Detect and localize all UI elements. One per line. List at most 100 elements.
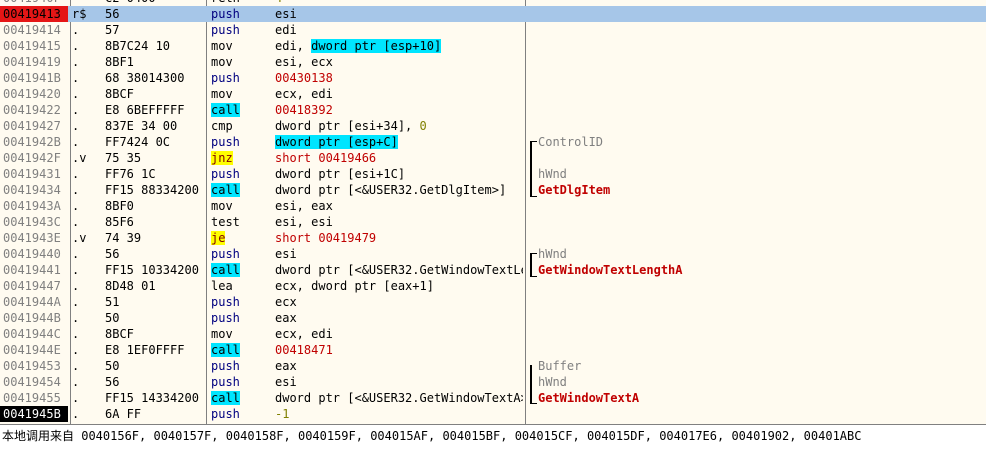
- address-cell: 00419434: [3, 183, 61, 197]
- operand: 4: [275, 0, 282, 5]
- operand: 00418471: [275, 343, 333, 357]
- disasm-row[interactable]: 00419434. FF15 88334200 call dword ptr [<&U…: [0, 182, 986, 198]
- disasm-row[interactable]: 0041941B. 68 38014300 push 00430138: [0, 70, 986, 86]
- disasm-row[interactable]: 00419440. 56 push esi hWnd: [0, 246, 986, 262]
- comment-cell: [538, 22, 978, 38]
- address-cell: 00419413: [0, 6, 68, 22]
- flow-marker: .: [72, 167, 80, 181]
- disasm-row[interactable]: 0041943C. 85F6 test esi, esi: [0, 214, 986, 230]
- disasm-row[interactable]: 00419415. 8B7C24 10 mov edi, dword ptr [esp…: [0, 38, 986, 54]
- hex-dump-cell: 50: [105, 359, 120, 373]
- hex-dump-cell: FF15 88334200: [105, 183, 199, 197]
- disasm-row[interactable]: 00419422. E8 6BEFFFFF call 00418392: [0, 102, 986, 118]
- disassembly-view[interactable]: 0041940FC2 0400retn400419413r$56pushesi0…: [0, 0, 986, 424]
- operands-cell: short 00419466: [275, 150, 523, 166]
- operand: esi, eax: [275, 199, 333, 213]
- hex-dump-cell: 837E 34 00: [105, 119, 178, 133]
- hex-dump-cell: 56: [105, 7, 120, 21]
- mnemonic: call: [211, 183, 240, 197]
- hex-dump-cell: 75 35: [105, 151, 142, 165]
- disasm-row[interactable]: 00419419. 8BF1 mov esi, ecx: [0, 54, 986, 70]
- hex-dump-cell: FF15 10334200: [105, 263, 199, 277]
- operand: dword ptr [<&USER32.GetWindowTextLengthA…: [275, 263, 523, 277]
- disasm-row[interactable]: 00419420. 8BCF mov ecx, edi: [0, 86, 986, 102]
- mnemonic: call: [211, 391, 240, 405]
- operands-cell: dword ptr [<&USER32.GetWindowTextLengthA…: [275, 262, 523, 278]
- mnemonic: push: [211, 167, 240, 181]
- disasm-row[interactable]: 0041944E. E8 1EF0FFFF call 00418471: [0, 342, 986, 358]
- operands-cell: edi: [275, 22, 523, 38]
- address-cell: 0041943C: [3, 215, 61, 229]
- disasm-row[interactable]: 0041942B. FF7424 0C push dword ptr [esp+C] C…: [0, 134, 986, 150]
- address-cell: 0041942F: [3, 151, 61, 165]
- hex-dump-cell: 74 39: [105, 231, 142, 245]
- operands-cell: eax: [275, 358, 523, 374]
- hex-dump-cell: FF7424 0C: [105, 135, 171, 149]
- disasm-row[interactable]: 00419453. 50 push eax Buffer: [0, 358, 986, 374]
- disasm-row[interactable]: 00419454. 56 push esi hWnd: [0, 374, 986, 390]
- comment-cell: [538, 406, 978, 422]
- mnemonic-cell: push: [211, 294, 271, 310]
- operands-cell: ecx, edi: [275, 326, 523, 342]
- disasm-row[interactable]: 0041943A. 8BF0 mov esi, eax: [0, 198, 986, 214]
- address-cell: 00419414: [3, 23, 61, 37]
- operands-cell: dword ptr [esi+34], 0: [275, 118, 523, 134]
- operands-cell: esi: [275, 374, 523, 390]
- mnemonic-cell: je: [211, 230, 271, 246]
- disasm-row[interactable]: 00419427. 837E 34 00 cmp dword ptr [esi+34]…: [0, 118, 986, 134]
- hex-dump-cell: E8 1EF0FFFF: [105, 343, 185, 357]
- comment-cell: hWnd: [538, 247, 567, 261]
- hex-dump-cell: 8B7C24 10: [105, 39, 171, 53]
- comment-cell: hWnd: [538, 375, 567, 389]
- operand: -1: [275, 407, 290, 421]
- address-cell: 0041944B: [3, 311, 61, 325]
- mnemonic-cell: call: [211, 102, 271, 118]
- mnemonic-cell: test: [211, 214, 271, 230]
- address-cell: 00419422: [3, 103, 61, 117]
- mnemonic: mov: [211, 327, 233, 341]
- disasm-row[interactable]: 0041945B. 6A FF push -1: [0, 406, 986, 422]
- operand: 00430138: [275, 71, 333, 85]
- hex-dump-cell: 6A FF: [105, 407, 142, 421]
- flow-marker: .v: [72, 231, 87, 245]
- mnemonic: jnz: [211, 151, 233, 165]
- operand: esi, esi: [275, 215, 333, 229]
- disasm-row[interactable]: 0041942F .v 75 35 jnz short 00419466: [0, 150, 986, 166]
- operands-cell: eax: [275, 310, 523, 326]
- comment-cell: [538, 6, 978, 22]
- mnemonic: test: [211, 215, 240, 229]
- flow-marker: .: [72, 407, 80, 421]
- disasm-row[interactable]: 00419447. 8D48 01 lea ecx, dword ptr [eax+1…: [0, 278, 986, 294]
- disasm-row[interactable]: 00419441. FF15 10334200 call dword ptr [<&U…: [0, 262, 986, 278]
- mnemonic: je: [211, 231, 226, 245]
- disasm-row[interactable]: 00419455. FF15 14334200 call dword ptr [<&U…: [0, 390, 986, 406]
- mnemonic: mov: [211, 87, 233, 101]
- hex-dump-cell: 51: [105, 295, 120, 309]
- flow-marker: .: [72, 87, 80, 101]
- mnemonic-cell: mov: [211, 326, 271, 342]
- mnemonic-cell: mov: [211, 86, 271, 102]
- disasm-row[interactable]: 0041944B. 50 push eax: [0, 310, 986, 326]
- hex-dump-cell: 8BF0: [105, 199, 134, 213]
- mnemonic-cell: mov: [211, 38, 271, 54]
- comment-cell: [538, 70, 978, 86]
- operand: ecx, edi: [275, 327, 333, 341]
- operands-cell: edi, dword ptr [esp+10]: [275, 38, 523, 54]
- disasm-row[interactable]: 00419413 r$ 56 push esi: [0, 6, 986, 22]
- local-call-references: 本地调用来自 0040156F, 0040157F, 0040158F, 004…: [2, 429, 862, 443]
- disasm-row[interactable]: 00419414. 57 push edi: [0, 22, 986, 38]
- mnemonic-cell: push: [211, 22, 271, 38]
- operand: esi, ecx: [275, 55, 333, 69]
- mnemonic: push: [211, 295, 240, 309]
- comment-cell: [538, 86, 978, 102]
- hex-dump-cell: 8D48 01: [105, 279, 156, 293]
- hex-dump-cell: FF15 14334200: [105, 391, 199, 405]
- operand: dword ptr [<&USER32.GetWindowTextA>]: [275, 391, 523, 405]
- mnemonic-cell: lea: [211, 278, 271, 294]
- disasm-row[interactable]: 0041944A. 51 push ecx: [0, 294, 986, 310]
- disasm-row[interactable]: 0041943E .v 74 39 je short 00419479: [0, 230, 986, 246]
- mnemonic-cell: push: [211, 166, 271, 182]
- disasm-row[interactable]: 0041944C. 8BCF mov ecx, edi: [0, 326, 986, 342]
- mnemonic-cell: push: [211, 70, 271, 86]
- disasm-row[interactable]: 00419431. FF76 1C push dword ptr [esi+1C] hW…: [0, 166, 986, 182]
